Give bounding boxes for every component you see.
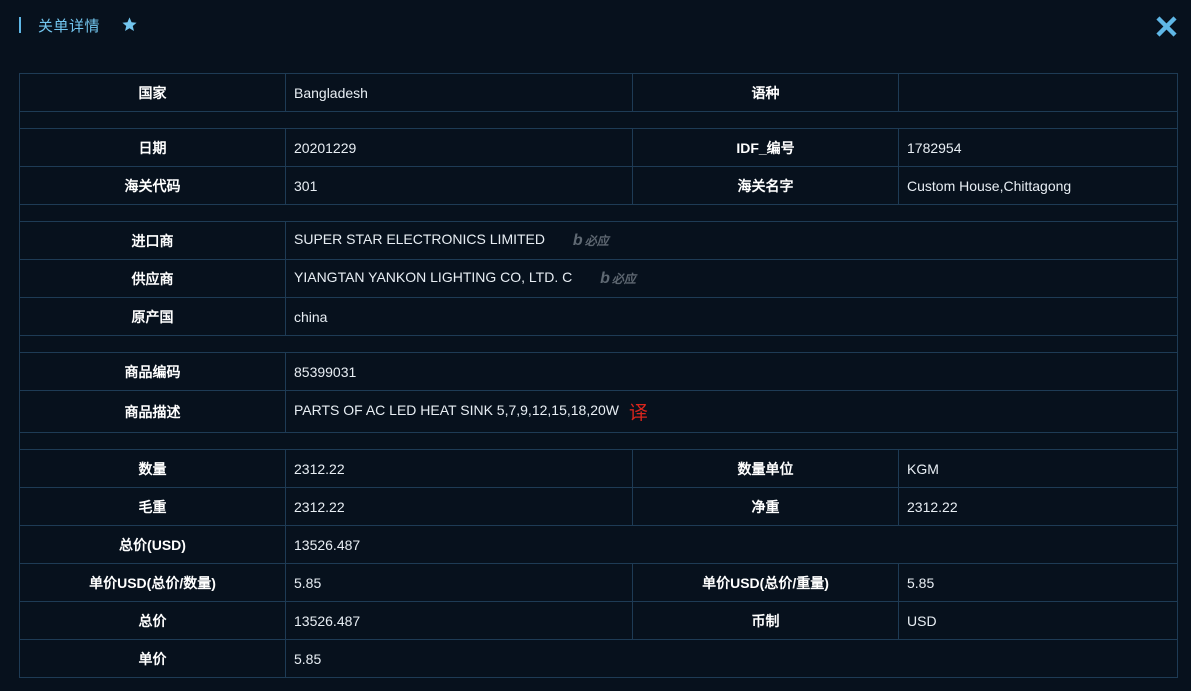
table-row: 总价 13526.487 币制 USD xyxy=(19,601,1178,640)
supplier-cell: YIANGTAN YANKON LIGHTING CO, LTD. C b 必应 xyxy=(285,259,1178,298)
dialog-header: 关单详情 xyxy=(0,0,1191,50)
date-value: 20201229 xyxy=(285,128,633,167)
section-separator xyxy=(19,432,1178,450)
table-row: 数量 2312.22 数量单位 KGM xyxy=(19,449,1178,488)
quantity-value: 2312.22 xyxy=(285,449,633,488)
translate-button[interactable]: 译 xyxy=(629,403,648,424)
section-separator xyxy=(19,111,1178,129)
quantity-unit-value: KGM xyxy=(898,449,1178,488)
net-weight-value: 2312.22 xyxy=(898,487,1178,526)
origin-value: china xyxy=(285,297,1178,336)
description-label: 商品描述 xyxy=(19,390,286,433)
unit-price-label: 单价 xyxy=(19,639,286,678)
section-separator xyxy=(19,204,1178,222)
quantity-label: 数量 xyxy=(19,449,286,488)
bing-search-link[interactable]: b 必应 xyxy=(573,232,609,250)
table-row: 商品编码 85399031 xyxy=(19,352,1178,391)
table-row: 总价(USD) 13526.487 xyxy=(19,525,1178,564)
table-row: 进口商 SUPER STAR ELECTRONICS LIMITED b 必应 xyxy=(19,221,1178,260)
close-icon[interactable] xyxy=(1156,16,1177,37)
customs-code-label: 海关代码 xyxy=(19,166,286,205)
unit-usd-qty-label: 单价USD(总价/数量) xyxy=(19,563,286,602)
hs-code-label: 商品编码 xyxy=(19,352,286,391)
date-label: 日期 xyxy=(19,128,286,167)
table-row: 海关代码 301 海关名字 Custom House,Chittagong xyxy=(19,166,1178,205)
table-row: 毛重 2312.22 净重 2312.22 xyxy=(19,487,1178,526)
dialog-title: 关单详情 xyxy=(38,18,101,35)
total-usd-label: 总价(USD) xyxy=(19,525,286,564)
country-value: Bangladesh xyxy=(285,73,633,112)
idf-value: 1782954 xyxy=(898,128,1178,167)
table-row: 商品描述 PARTS OF AC LED HEAT SINK 5,7,9,12,… xyxy=(19,390,1178,433)
customs-name-value: Custom House,Chittagong xyxy=(898,166,1178,205)
country-label: 国家 xyxy=(19,73,286,112)
bing-search-link[interactable]: b 必应 xyxy=(600,270,636,288)
section-separator xyxy=(19,335,1178,353)
star-icon[interactable] xyxy=(121,16,138,33)
importer-cell: SUPER STAR ELECTRONICS LIMITED b 必应 xyxy=(285,221,1178,260)
table-row: 原产国 china xyxy=(19,297,1178,336)
total-label: 总价 xyxy=(19,601,286,640)
quantity-unit-label: 数量单位 xyxy=(632,449,899,488)
gross-weight-label: 毛重 xyxy=(19,487,286,526)
unit-price-value: 5.85 xyxy=(285,639,1178,678)
description-value: PARTS OF AC LED HEAT SINK 5,7,9,12,15,18… xyxy=(294,402,619,419)
unit-usd-weight-value: 5.85 xyxy=(898,563,1178,602)
title-accent-bar xyxy=(19,17,21,33)
idf-label: IDF_编号 xyxy=(632,128,899,167)
unit-usd-qty-value: 5.85 xyxy=(285,563,633,602)
customs-name-label: 海关名字 xyxy=(632,166,899,205)
bing-icon: b xyxy=(572,231,583,249)
supplier-label: 供应商 xyxy=(19,259,286,298)
hs-code-value: 85399031 xyxy=(285,352,1178,391)
supplier-value: YIANGTAN YANKON LIGHTING CO, LTD. C xyxy=(294,269,573,286)
origin-label: 原产国 xyxy=(19,297,286,336)
customs-code-value: 301 xyxy=(285,166,633,205)
currency-label: 币制 xyxy=(632,601,899,640)
bing-label: 必应 xyxy=(584,233,609,248)
unit-usd-weight-label: 单价USD(总价/重量) xyxy=(632,563,899,602)
total-value: 13526.487 xyxy=(285,601,633,640)
customs-detail-table: 国家 Bangladesh 语种 日期 20201229 IDF_编号 1782… xyxy=(19,73,1178,678)
description-cell: PARTS OF AC LED HEAT SINK 5,7,9,12,15,18… xyxy=(285,390,1178,433)
bing-label: 必应 xyxy=(611,271,636,286)
language-value xyxy=(898,73,1178,112)
language-label: 语种 xyxy=(632,73,899,112)
table-row: 单价USD(总价/数量) 5.85 单价USD(总价/重量) 5.85 xyxy=(19,563,1178,602)
bing-icon: b xyxy=(600,269,610,287)
table-row: 供应商 YIANGTAN YANKON LIGHTING CO, LTD. C … xyxy=(19,259,1178,298)
table-row: 单价 5.85 xyxy=(19,639,1178,678)
importer-label: 进口商 xyxy=(19,221,286,260)
table-row: 日期 20201229 IDF_编号 1782954 xyxy=(19,128,1178,167)
importer-value: SUPER STAR ELECTRONICS LIMITED xyxy=(294,231,546,248)
gross-weight-value: 2312.22 xyxy=(285,487,633,526)
total-usd-value: 13526.487 xyxy=(285,525,1178,564)
net-weight-label: 净重 xyxy=(632,487,899,526)
currency-value: USD xyxy=(898,601,1178,640)
table-row: 国家 Bangladesh 语种 xyxy=(19,73,1178,112)
